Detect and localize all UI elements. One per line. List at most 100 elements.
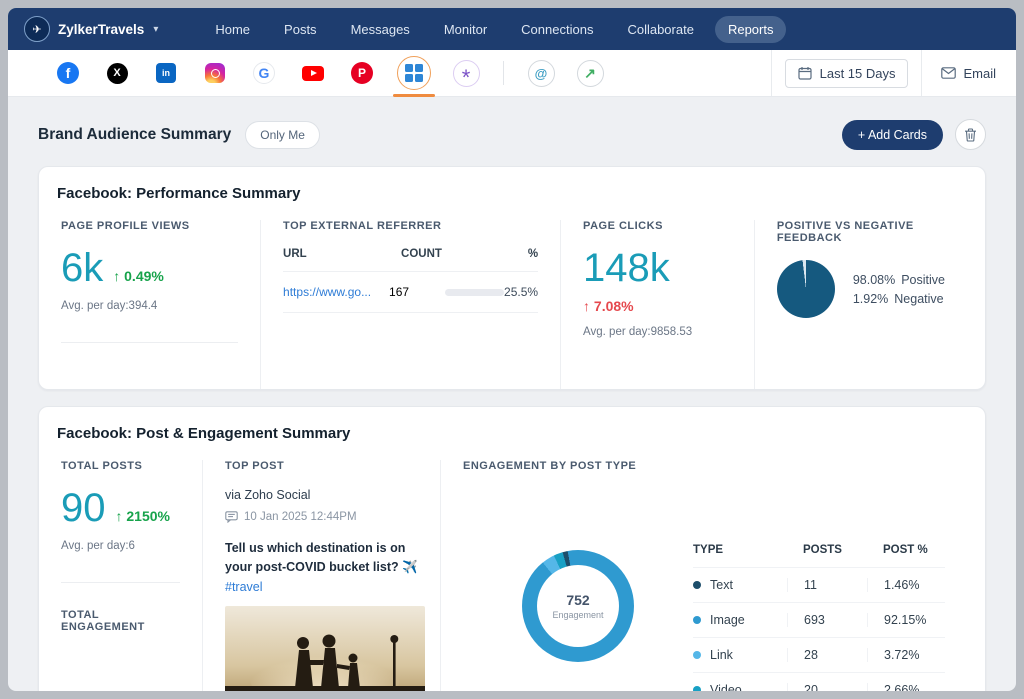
- channel-bar: f X in G P * @ ↗ Last 15 Days Email: [8, 50, 1016, 97]
- type-dot: [693, 651, 701, 659]
- nav-item-reports[interactable]: Reports: [715, 16, 787, 43]
- calendar-icon: [798, 66, 812, 80]
- post-source: via Zoho Social: [225, 488, 418, 502]
- metric-label: TOP EXTERNAL REFERRER: [283, 220, 538, 232]
- page-header: Brand Audience Summary Only Me + Add Car…: [38, 119, 986, 150]
- channel-linkedin-icon[interactable]: in: [152, 59, 180, 87]
- performance-summary-card: Facebook: Performance Summary PAGE PROFI…: [38, 166, 986, 390]
- column-header-post-percent: POST %: [867, 544, 945, 556]
- bluesky-icon: ↗: [577, 60, 604, 87]
- brand-name: ZylkerTravels: [58, 22, 144, 37]
- table-row: Text 11 1.46%: [693, 567, 945, 602]
- feedback-pie-chart: [777, 260, 835, 318]
- channel-all-networks-icon[interactable]: [397, 56, 431, 90]
- nav-item-home[interactable]: Home: [202, 16, 263, 43]
- referrer-bar: [445, 289, 504, 296]
- metric-change: ↑ 7.08%: [583, 298, 732, 314]
- type-percent: 2.66%: [867, 683, 945, 697]
- type-label: Link: [710, 648, 733, 662]
- chevron-down-icon: ▾: [153, 24, 158, 35]
- performance-columns: PAGE PROFILE VIEWS 6k ↑ 0.49% Avg. per d…: [57, 220, 967, 389]
- positive-label: Positive: [901, 273, 945, 287]
- email-button[interactable]: Email: [935, 60, 1002, 87]
- channel-youtube-icon[interactable]: [299, 59, 327, 87]
- metric-label: POSITIVE VS NEGATIVE FEEDBACK: [777, 220, 945, 244]
- top-navbar: ✈ ZylkerTravels ▾ Home Posts Messages Mo…: [8, 8, 1016, 50]
- donut-center: 752 Engagement: [537, 565, 619, 647]
- app-window: ✈ ZylkerTravels ▾ Home Posts Messages Mo…: [0, 0, 1024, 699]
- type-posts: 20: [787, 683, 867, 697]
- referrer-table-header: URL COUNT %: [283, 248, 538, 272]
- engagement-by-post-type-widget: ENGAGEMENT BY POST TYPE 752 Engagement: [440, 460, 967, 699]
- mastodon-icon: *: [453, 60, 480, 87]
- post-hashtag-link[interactable]: #travel: [225, 580, 263, 594]
- page-title: Brand Audience Summary: [38, 126, 231, 144]
- referrer-url-link[interactable]: https://www.go...: [283, 285, 389, 299]
- post-image[interactable]: [225, 606, 425, 698]
- nav-item-collaborate[interactable]: Collaborate: [614, 16, 707, 43]
- nav-item-connections[interactable]: Connections: [508, 16, 606, 43]
- brand-logo-icon: ✈: [24, 16, 50, 42]
- metric-value: 6k: [61, 248, 103, 288]
- metric-label: TOP POST: [225, 460, 418, 472]
- nav-item-posts[interactable]: Posts: [271, 16, 330, 43]
- donut-center-value: 752: [566, 592, 589, 608]
- page-clicks-widget: PAGE CLICKS 148k ↑ 7.08% Avg. per day:98…: [560, 220, 754, 389]
- referrer-percent: 25.5%: [504, 285, 538, 299]
- feedback-widget: POSITIVE VS NEGATIVE FEEDBACK 98.08% Pos…: [754, 220, 967, 389]
- channel-google-icon[interactable]: G: [250, 59, 278, 87]
- linkedin-icon: in: [156, 63, 176, 83]
- google-icon: G: [253, 62, 275, 84]
- type-posts: 693: [787, 613, 867, 627]
- x-icon: X: [107, 63, 128, 84]
- type-dot: [693, 686, 701, 694]
- channel-x-icon[interactable]: X: [103, 59, 131, 87]
- card-title: Facebook: Post & Engagement Summary: [57, 425, 967, 442]
- referrer-count: 167: [389, 285, 445, 299]
- metric-change: ↑ 2150%: [116, 508, 170, 524]
- type-label: Text: [710, 578, 733, 592]
- metric-value: 148k: [583, 248, 732, 288]
- column-header-count: COUNT: [401, 248, 463, 260]
- report-content: Brand Audience Summary Only Me + Add Car…: [8, 97, 1016, 699]
- post-meta: 10 Jan 2025 12:44PM: [225, 511, 418, 523]
- legend-positive: 98.08% Positive: [853, 273, 945, 287]
- type-percent: 3.72%: [867, 648, 945, 662]
- post-image-graphic: [225, 606, 425, 698]
- table-row: Link 28 3.72%: [693, 637, 945, 672]
- channel-facebook-icon[interactable]: f: [54, 59, 82, 87]
- page-profile-views-widget: PAGE PROFILE VIEWS 6k ↑ 0.49% Avg. per d…: [57, 220, 260, 389]
- divider: [771, 50, 772, 96]
- nav-item-messages[interactable]: Messages: [338, 16, 423, 43]
- table-row: Image 693 92.15%: [693, 602, 945, 637]
- metric-label: PAGE PROFILE VIEWS: [61, 220, 238, 232]
- metric-average: Avg. per day:394.4: [61, 300, 238, 312]
- instagram-icon: [205, 63, 225, 83]
- date-range-button[interactable]: Last 15 Days: [785, 59, 909, 88]
- add-cards-button[interactable]: + Add Cards: [842, 120, 943, 150]
- post-type-table-header: TYPE POSTS POST %: [693, 544, 945, 567]
- channel-bluesky-icon[interactable]: ↗: [576, 59, 604, 87]
- channel-pinterest-icon[interactable]: P: [348, 59, 376, 87]
- type-posts: 11: [787, 578, 867, 592]
- divider: [61, 342, 238, 343]
- type-dot: [693, 581, 701, 589]
- youtube-icon: [302, 66, 324, 81]
- post-date-icon: [225, 511, 238, 523]
- post-engagement-summary-card: Facebook: Post & Engagement Summary TOTA…: [38, 406, 986, 699]
- post-timestamp: 10 Jan 2025 12:44PM: [244, 511, 357, 523]
- channel-threads-icon[interactable]: @: [527, 59, 555, 87]
- positive-value: 98.08%: [853, 273, 895, 287]
- column-header-url: URL: [283, 248, 401, 260]
- visibility-toggle[interactable]: Only Me: [245, 121, 320, 149]
- channel-instagram-icon[interactable]: [201, 59, 229, 87]
- grid-icon: [405, 64, 423, 82]
- threads-icon: @: [528, 60, 555, 87]
- delete-button[interactable]: [955, 119, 986, 150]
- brand-switcher[interactable]: ✈ ZylkerTravels ▾: [24, 16, 158, 42]
- feedback-legend: 98.08% Positive 1.92% Negative: [853, 268, 945, 311]
- table-row: Video 20 2.66%: [693, 672, 945, 699]
- top-post-widget: TOP POST via Zoho Social 10 Jan 2025 12:…: [202, 460, 440, 699]
- channel-mastodon-icon[interactable]: *: [452, 59, 480, 87]
- nav-item-monitor[interactable]: Monitor: [431, 16, 500, 43]
